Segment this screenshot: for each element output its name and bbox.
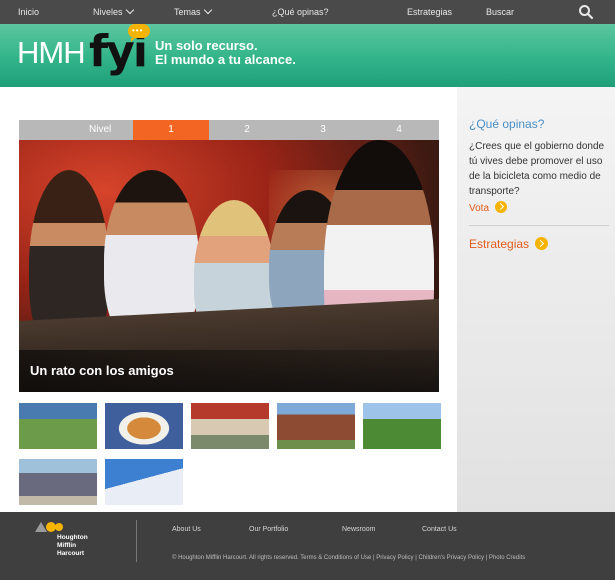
thumb-brick-house[interactable] (277, 403, 355, 449)
level-tabs: Nivel 1 2 3 4 (19, 120, 439, 140)
nav-que-opinas[interactable]: ¿Qué opinas? (272, 0, 329, 24)
nav-estrategias[interactable]: Estrategias (407, 0, 452, 24)
nav-niveles-label: Niveles (93, 7, 123, 17)
strategies-label: Estrategias (469, 237, 530, 251)
footer-legal: © Houghton Mifflin Harcourt. All rights … (172, 555, 526, 561)
footer-link-about[interactable]: About Us (172, 526, 201, 533)
main-content: Nivel 1 2 3 4 Un rato con los amigos (0, 87, 457, 512)
hero-image[interactable]: Un rato con los amigos (19, 140, 439, 392)
tab-level-4[interactable]: 4 (361, 120, 437, 140)
nav-buscar-label: Buscar (486, 7, 515, 17)
poll-title[interactable]: ¿Qué opinas? (469, 117, 544, 131)
nav-niveles[interactable]: Niveles (93, 0, 134, 24)
thumb-group-outdoors[interactable] (19, 403, 97, 449)
thumb-snowboarder[interactable] (105, 459, 183, 505)
tagline-line2: El mundo a tu alcance. (155, 52, 296, 67)
nav-temas-label: Temas (174, 7, 201, 17)
nav-inicio-label: Inicio (18, 7, 40, 17)
nav-que-opinas-label: ¿Qué opinas? (272, 7, 329, 17)
nav-temas[interactable]: Temas (174, 0, 212, 24)
legal-link-privacy[interactable]: Privacy Policy (376, 555, 413, 561)
tab-level-2[interactable]: 2 (209, 120, 285, 140)
nav-buscar[interactable]: Buscar (486, 0, 514, 24)
strategies-link[interactable]: Estrategias (469, 237, 549, 251)
thumb-soccer-field[interactable] (363, 403, 441, 449)
tab-level-3[interactable]: 3 (285, 120, 361, 140)
tagline: Un solo recurso. El mundo a tu alcance. (155, 39, 296, 67)
search-icon[interactable] (578, 4, 594, 20)
thumb-friends-standing[interactable] (19, 459, 97, 505)
footer-link-contact[interactable]: Contact Us (422, 526, 457, 533)
vote-link[interactable]: Vota (469, 201, 508, 214)
thumb-cafe-terrace[interactable] (191, 403, 269, 449)
level-label: Nivel (89, 124, 112, 135)
footer-logo-line: Harcourt (57, 550, 85, 557)
thumb-food-plate[interactable] (105, 403, 183, 449)
speech-bubble-icon: ••• (128, 24, 150, 42)
sidebar-divider (469, 225, 609, 226)
top-navigation: Inicio Niveles Temas ¿Qué opinas? Estrat… (0, 0, 615, 24)
site-banner: HMH fyi ••• Un solo recurso. El mundo a … (0, 24, 615, 87)
arrow-right-icon (495, 201, 508, 213)
legal-link-photo-credits[interactable]: Photo Credits (489, 555, 525, 561)
poll-question: ¿Crees que el gobierno donde tú vives de… (469, 141, 605, 197)
chevron-down-icon (203, 5, 212, 15)
chevron-down-icon (125, 5, 134, 15)
hero-caption-bar: Un rato con los amigos (19, 350, 439, 392)
copyright-text: © Houghton Mifflin Harcourt. All rights … (172, 555, 299, 561)
tagline-line1: Un solo recurso. (155, 38, 258, 53)
vote-label: Vota (469, 203, 490, 214)
footer-logo-text: Houghton Mifflin Harcourt (57, 534, 88, 558)
logo-dot-icon (55, 523, 63, 531)
logo-hmh[interactable]: HMH (17, 35, 86, 71)
hero-caption: Un rato con los amigos (30, 363, 174, 378)
hmh-footer-logo[interactable]: Houghton Mifflin Harcourt (35, 522, 125, 562)
legal-link-children-privacy[interactable]: Children's Privacy Policy (418, 555, 484, 561)
nav-estrategias-label: Estrategias (407, 7, 453, 17)
footer-link-portfolio[interactable]: Our Portfolio (249, 526, 288, 533)
arrow-right-icon (535, 237, 549, 250)
footer-link-newsroom[interactable]: Newsroom (342, 526, 375, 533)
site-footer: Houghton Mifflin Harcourt About Us Our P… (0, 512, 615, 580)
sidebar: ¿Qué opinas? ¿Crees que el gobierno dond… (457, 87, 615, 512)
nav-inicio[interactable]: Inicio (18, 0, 39, 24)
tab-level-1[interactable]: 1 (133, 120, 209, 140)
footer-divider (136, 520, 137, 562)
legal-link-terms[interactable]: Terms & Conditions of Use (300, 555, 371, 561)
footer-logo-line: Houghton (57, 534, 88, 541)
footer-logo-line: Mifflin (57, 542, 77, 549)
